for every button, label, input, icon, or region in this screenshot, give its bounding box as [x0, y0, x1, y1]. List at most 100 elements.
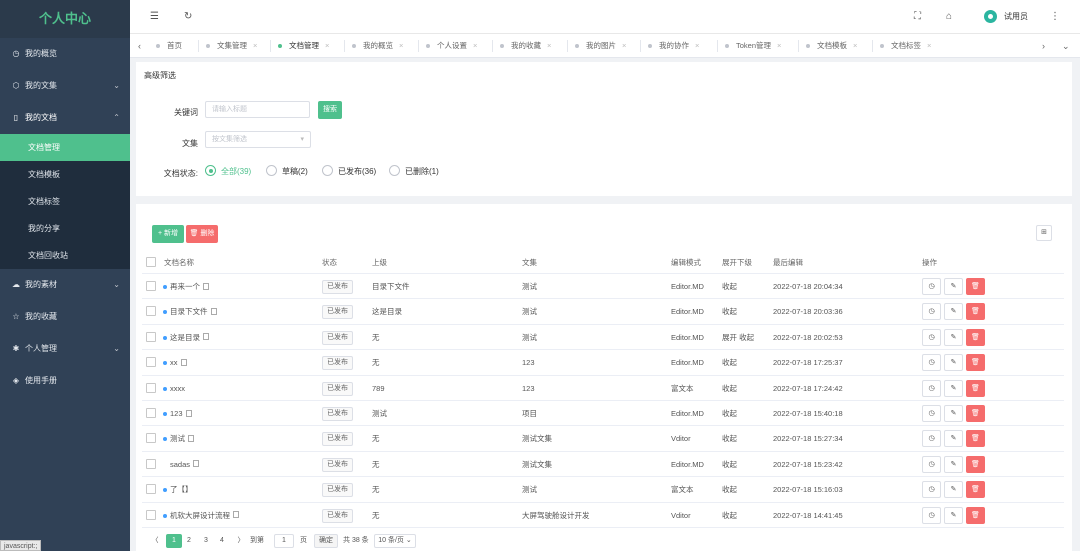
- history-icon[interactable]: ◷: [922, 354, 941, 372]
- row-checkbox[interactable]: [146, 509, 156, 520]
- history-icon[interactable]: ◷: [922, 328, 941, 346]
- prev-page-icon[interactable]: 〈: [150, 534, 160, 548]
- close-icon[interactable]: ×: [473, 41, 477, 50]
- row-checkbox[interactable]: [146, 281, 156, 291]
- expand-cell[interactable]: 收起: [722, 426, 737, 451]
- expand-cell[interactable]: 收起: [722, 503, 737, 528]
- tab-2[interactable]: 文档管理 ×: [278, 34, 329, 57]
- close-icon[interactable]: ×: [399, 41, 403, 50]
- sidebar-subitem-doc-manage[interactable]: 文档管理: [0, 134, 130, 161]
- collection-select[interactable]: 按文集筛选 ▾: [205, 131, 311, 148]
- sidebar-subitem-recycle-bin[interactable]: 文档回收站: [0, 242, 130, 269]
- select-all-checkbox[interactable]: [146, 257, 156, 267]
- expand-cell[interactable]: 收起: [722, 376, 737, 401]
- fullscreen-icon[interactable]: ⛶: [914, 0, 921, 34]
- sidebar-subitem-my-share[interactable]: 我的分享: [0, 215, 130, 242]
- sidebar-item-favorites[interactable]: ☆ 我的收藏: [0, 301, 130, 333]
- tab-10[interactable]: 文档标签 ×: [880, 34, 931, 57]
- page-4-button[interactable]: 4: [217, 534, 227, 548]
- edit-icon[interactable]: ✎: [944, 481, 963, 499]
- doc-name-link[interactable]: 了【】: [163, 477, 193, 502]
- sidebar-item-documents[interactable]: ▯ 我的文档 ⌃: [0, 102, 130, 134]
- expand-cell[interactable]: 展开 收起: [722, 325, 754, 350]
- doc-name-link[interactable]: 机软大屏设计流程: [163, 503, 239, 528]
- edit-icon[interactable]: ✎: [944, 430, 963, 448]
- expand-cell[interactable]: 收起: [722, 299, 737, 324]
- tab-8[interactable]: Token管理 ×: [725, 34, 781, 57]
- close-icon[interactable]: ×: [927, 41, 931, 50]
- status-radio-2[interactable]: 已发布(36): [322, 165, 376, 177]
- edit-icon[interactable]: ✎: [944, 328, 963, 346]
- close-icon[interactable]: ×: [325, 41, 329, 50]
- tab-3[interactable]: 我的概览 ×: [352, 34, 403, 57]
- edit-icon[interactable]: ✎: [944, 278, 963, 295]
- row-checkbox[interactable]: [146, 484, 156, 495]
- keyword-input[interactable]: 请输入标题: [205, 101, 310, 118]
- doc-name-link[interactable]: sadas: [163, 452, 200, 477]
- page-2-button[interactable]: 2: [184, 534, 194, 548]
- sidebar-item-overview[interactable]: ◷ 我的概览: [0, 38, 130, 70]
- row-checkbox[interactable]: [146, 306, 156, 317]
- trash-icon[interactable]: 🗑: [966, 303, 985, 321]
- doc-name-link[interactable]: 再来一个: [163, 274, 209, 299]
- row-checkbox[interactable]: [146, 331, 156, 342]
- close-icon[interactable]: ×: [622, 41, 626, 50]
- trash-icon[interactable]: 🗑: [966, 455, 985, 473]
- trash-icon[interactable]: 🗑: [966, 328, 985, 346]
- goto-page-input[interactable]: 1: [274, 534, 294, 548]
- tab-7[interactable]: 我的协作 ×: [648, 34, 699, 57]
- history-icon[interactable]: ◷: [922, 303, 941, 321]
- close-icon[interactable]: ×: [547, 41, 551, 50]
- history-icon[interactable]: ◷: [922, 405, 941, 422]
- trash-icon[interactable]: 🗑: [966, 481, 985, 499]
- expand-cell[interactable]: 收起: [722, 350, 737, 375]
- close-icon[interactable]: ×: [777, 41, 781, 50]
- status-radio-3[interactable]: 已删除(1): [389, 165, 439, 177]
- doc-name-link[interactable]: 目录下文件: [163, 299, 217, 324]
- tabs-scroll-left-icon[interactable]: ‹: [138, 34, 141, 57]
- tab-4[interactable]: 个人设置 ×: [426, 34, 477, 57]
- home-icon[interactable]: ⌂: [946, 0, 952, 34]
- status-radio-0[interactable]: 全部(39): [205, 165, 251, 177]
- history-icon[interactable]: ◷: [922, 430, 941, 448]
- history-icon[interactable]: ◷: [922, 379, 941, 397]
- sidebar-subitem-doc-tags[interactable]: 文档标签: [0, 188, 130, 215]
- tabs-dropdown-icon[interactable]: ⌄: [1062, 34, 1070, 57]
- expand-cell[interactable]: 收起: [722, 274, 737, 299]
- page-1-button[interactable]: 1: [166, 534, 182, 548]
- add-button[interactable]: + 新增: [152, 225, 184, 243]
- history-icon[interactable]: ◷: [922, 506, 941, 524]
- page-size-select[interactable]: 10 条/页 ⌄: [374, 534, 416, 548]
- search-button[interactable]: 搜索: [318, 101, 342, 119]
- sidebar-item-collections[interactable]: ⬡ 我的文集 ⌄: [0, 70, 130, 102]
- doc-name-link[interactable]: xx: [163, 350, 187, 375]
- edit-icon[interactable]: ✎: [944, 303, 963, 321]
- next-page-icon[interactable]: 〉: [236, 534, 246, 548]
- row-checkbox[interactable]: [146, 357, 156, 368]
- tab-6[interactable]: 我的图片 ×: [575, 34, 626, 57]
- trash-icon[interactable]: 🗑: [966, 506, 985, 524]
- sidebar-item-manual[interactable]: ◈ 使用手册: [0, 365, 130, 397]
- row-checkbox[interactable]: [146, 458, 156, 469]
- edit-icon[interactable]: ✎: [944, 405, 963, 422]
- sidebar-item-materials[interactable]: ☁ 我的素材 ⌄: [0, 269, 130, 301]
- history-icon[interactable]: ◷: [922, 278, 941, 295]
- row-checkbox[interactable]: [146, 433, 156, 444]
- trash-icon[interactable]: 🗑: [966, 405, 985, 422]
- delete-button[interactable]: 🗑 删除: [186, 225, 218, 243]
- doc-name-link[interactable]: 测试: [163, 426, 194, 451]
- doc-name-link[interactable]: 123: [163, 401, 192, 426]
- tab-0[interactable]: 首页: [156, 34, 182, 57]
- doc-name-link[interactable]: xxxx: [163, 376, 185, 401]
- edit-icon[interactable]: ✎: [944, 354, 963, 372]
- close-icon[interactable]: ×: [253, 41, 257, 50]
- expand-cell[interactable]: 收起: [722, 401, 737, 426]
- row-checkbox[interactable]: [146, 382, 156, 393]
- history-icon[interactable]: ◷: [922, 481, 941, 499]
- trash-icon[interactable]: 🗑: [966, 430, 985, 448]
- doc-name-link[interactable]: 这是目录: [163, 325, 209, 350]
- close-icon[interactable]: ×: [853, 41, 857, 50]
- expand-cell[interactable]: 收起: [722, 452, 737, 477]
- sidebar-item-personal-manage[interactable]: ✱ 个人管理 ⌄: [0, 333, 130, 365]
- page-3-button[interactable]: 3: [201, 534, 211, 548]
